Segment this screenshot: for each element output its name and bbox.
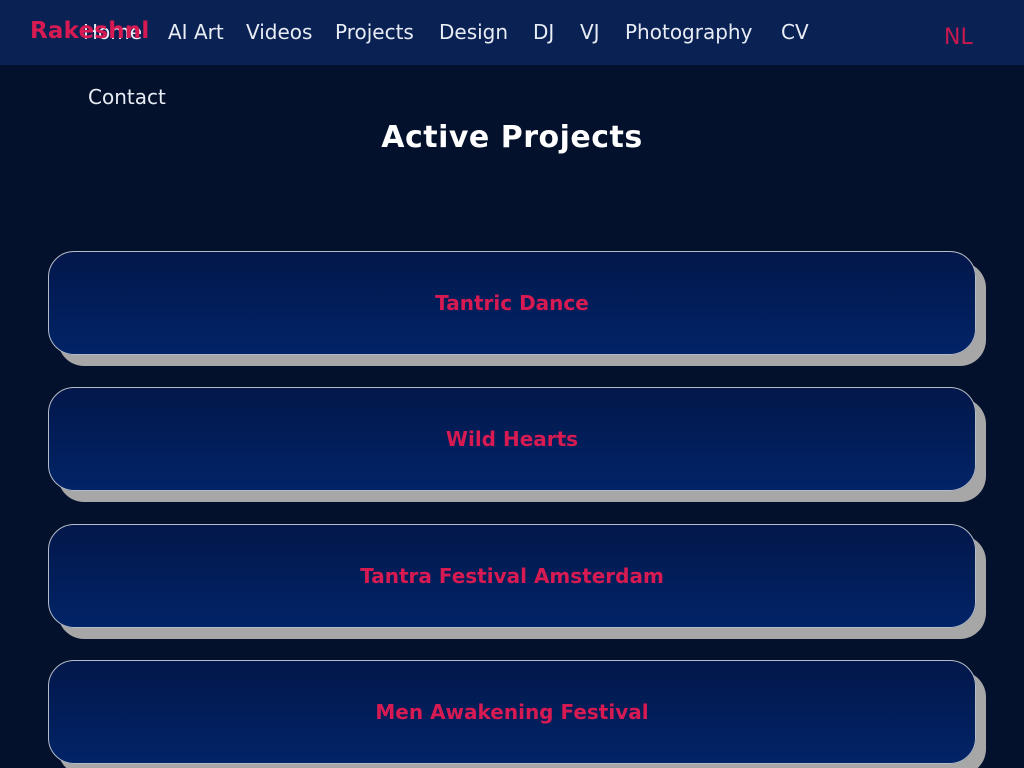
page-title: Active Projects: [381, 120, 643, 155]
top-navbar: Home AI Art Videos Projects Design DJ VJ…: [0, 0, 1024, 65]
project-card-tantric-dance[interactable]: Tantric Dance: [48, 251, 976, 355]
language-toggle[interactable]: NL: [944, 25, 973, 50]
nav-item-ai-art[interactable]: AI Art: [168, 20, 224, 44]
nav-item-design[interactable]: Design: [439, 20, 508, 44]
nav-item-cv[interactable]: CV: [781, 20, 809, 44]
project-card-title: Men Awakening Festival: [375, 700, 649, 724]
nav-item-vj[interactable]: VJ: [580, 20, 600, 44]
nav-item-projects[interactable]: Projects: [335, 20, 414, 44]
project-card-tantra-festival-amsterdam[interactable]: Tantra Festival Amsterdam: [48, 524, 976, 628]
nav-item-photography[interactable]: Photography: [625, 20, 752, 44]
project-card-men-awakening-festival[interactable]: Men Awakening Festival: [48, 660, 976, 764]
nav-item-videos[interactable]: Videos: [246, 20, 312, 44]
project-card-wild-hearts[interactable]: Wild Hearts: [48, 387, 976, 491]
nav-item-dj[interactable]: DJ: [533, 20, 554, 44]
nav-item-contact[interactable]: Contact: [88, 85, 166, 109]
project-card-title: Wild Hearts: [445, 427, 579, 451]
project-card-title: Tantra Festival Amsterdam: [360, 564, 664, 588]
project-card-title: Tantric Dance: [435, 291, 589, 315]
brand-logo-link[interactable]: Rakeshnl: [30, 18, 149, 44]
